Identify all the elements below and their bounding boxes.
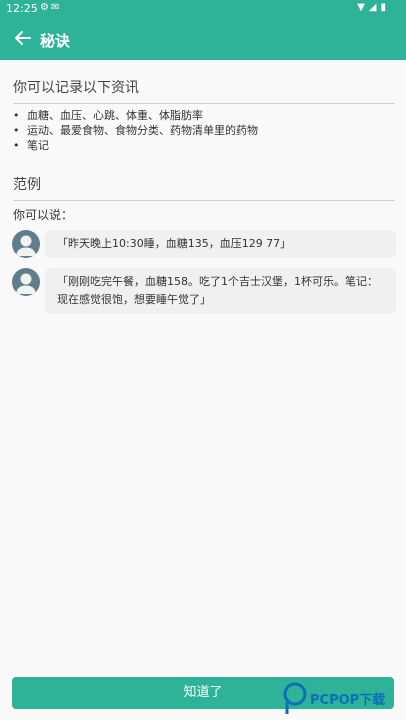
record-section-heading: 你可以记录以下资讯: [13, 77, 395, 104]
page-title: 秘诀: [40, 32, 71, 50]
user-avatar-icon: [16, 235, 36, 256]
example-section-heading: 范例: [13, 174, 395, 201]
status-bar: 12:25 ⚙✉ ▼◢▮: [0, 0, 406, 18]
example-bubble: 「昨天晚上10:30睡，血糖135，血压129 77」: [45, 230, 396, 258]
example-bubble: 「刚刚吃完午餐，血糖158。吃了1个吉士汉堡，1杯可乐。笔记：现在感觉很饱，想要…: [45, 268, 396, 314]
list-item: 运动、最爱食物、食物分类、药物清单里的药物: [13, 123, 258, 138]
list-item: 血糖、血压、心跳、体重、体脂肪率: [13, 108, 258, 123]
gear-icon: ⚙: [40, 2, 51, 13]
example-item: 「刚刚吃完午餐，血糖158。吃了1个吉士汉堡，1杯可乐。笔记：现在感觉很饱，想要…: [12, 268, 396, 314]
app-bar: 秘诀: [0, 18, 406, 60]
example-item: 「昨天晚上10:30睡，血糖135，血压129 77」: [12, 230, 396, 258]
record-items-list: 血糖、血压、心跳、体重、体脂肪率 运动、最爱食物、食物分类、药物清单里的药物 笔…: [13, 108, 258, 153]
notification-icons: ⚙✉: [40, 2, 61, 13]
signal-icon: ◢: [368, 2, 381, 13]
system-icons: ▼◢▮: [357, 2, 390, 13]
battery-icon: ▮: [380, 2, 390, 13]
avatar: [12, 230, 40, 258]
user-avatar-icon: [16, 273, 36, 294]
avatar: [12, 268, 40, 296]
wifi-icon: ▼: [357, 2, 369, 13]
watermark-logo: PCPOP下载: [280, 680, 402, 716]
watermark-text: PCPOP下载: [310, 693, 386, 708]
list-item: 笔记: [13, 138, 258, 153]
watermark-icon: [283, 682, 307, 714]
example-intro: 你可以说：: [13, 208, 74, 222]
status-time: 12:25: [6, 2, 38, 15]
mail-icon: ✉: [50, 2, 62, 13]
back-arrow-icon[interactable]: [10, 24, 36, 52]
